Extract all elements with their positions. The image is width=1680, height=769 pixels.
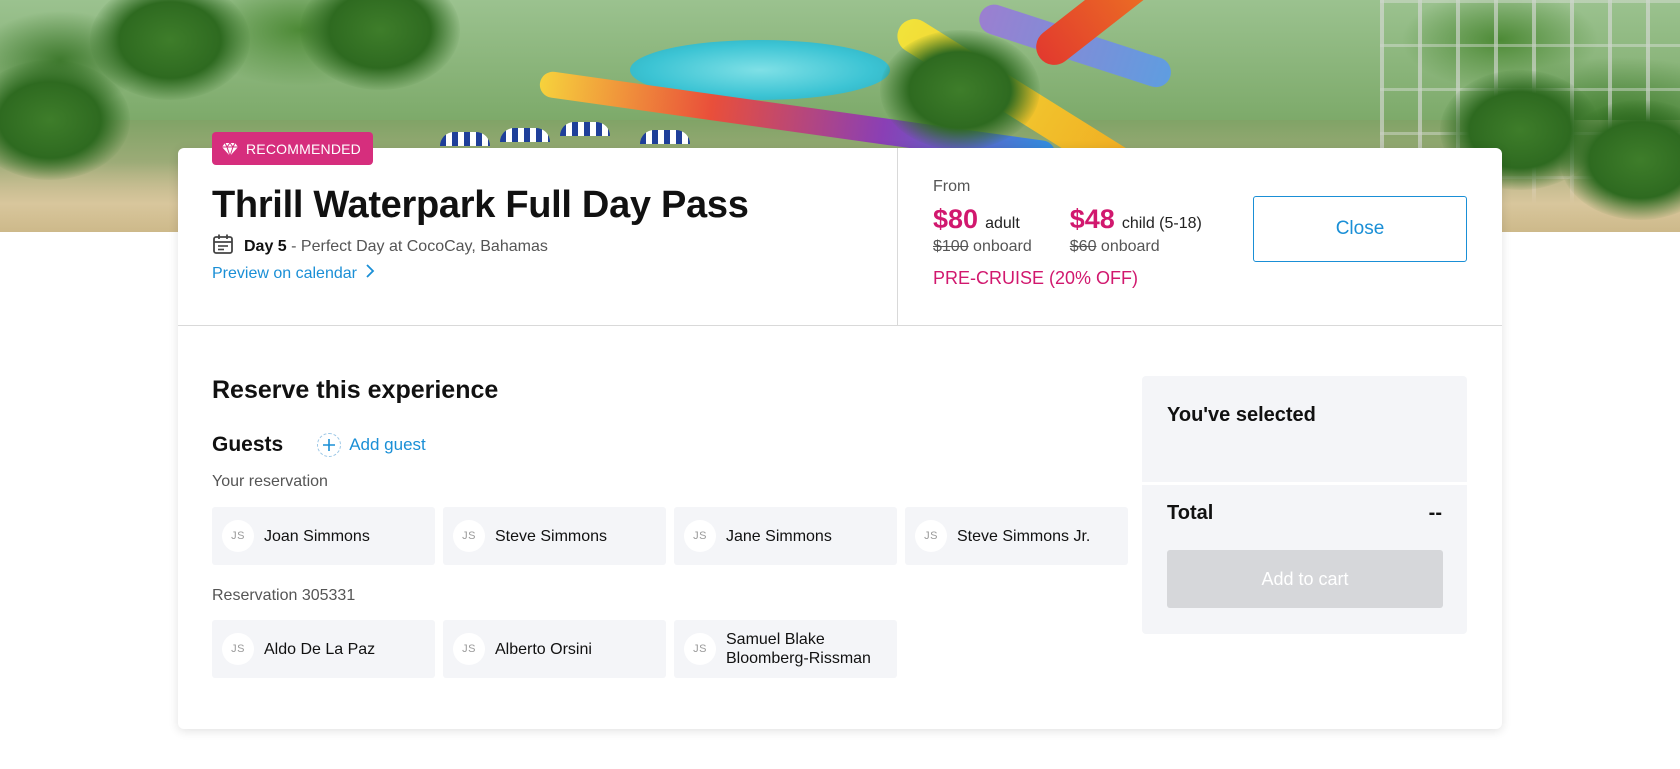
hero-umbrella <box>560 122 610 136</box>
avatar: JS <box>222 633 254 665</box>
add-guest-label: Add guest <box>349 435 426 454</box>
avatar: JS <box>453 633 485 665</box>
reserve-title: Reserve this experience <box>212 376 499 404</box>
guest-name: Aldo De La Paz <box>264 640 376 658</box>
guest-name: Steve Simmons Jr. <box>957 527 1091 545</box>
hero-umbrella <box>440 132 490 146</box>
guest-name: Samuel Blake Bloomberg-Rissman <box>726 631 871 667</box>
hero-umbrella <box>640 130 690 144</box>
adult-price: $80 adult $100 onboard <box>933 204 1032 256</box>
discount-label: PRE-CRUISE (20% OFF) <box>933 268 1139 288</box>
port-label: - Perfect Day at CocoCay, Bahamas <box>291 237 548 255</box>
avatar: JS <box>684 520 716 552</box>
preview-link-label: Preview on calendar <box>212 264 357 282</box>
total-label: Total <box>1167 502 1214 524</box>
guest-name: Alberto Orsini <box>495 640 592 658</box>
guests-row: Guests Add guest <box>212 433 426 457</box>
reservation-group-label: Your reservation <box>212 473 328 490</box>
experience-header: Thrill Waterpark Full Day Pass Day 5 - P… <box>178 148 898 326</box>
guest-chip[interactable]: JS Samuel Blake Bloomberg-Rissman <box>674 620 897 678</box>
total-value: -- <box>1428 502 1442 524</box>
guests-label: Guests <box>212 433 284 456</box>
summary-title: You've selected <box>1167 404 1316 426</box>
guest-list: JS Aldo De La Paz JS Alberto Orsini JS S… <box>212 620 897 678</box>
guest-chip[interactable]: JS Steve Simmons <box>443 507 666 565</box>
chevron-right-icon <box>365 264 375 283</box>
guest-chip[interactable]: JS Alberto Orsini <box>443 620 666 678</box>
close-button[interactable]: Close <box>1253 196 1467 262</box>
guest-chip[interactable]: JS Steve Simmons Jr. <box>905 507 1128 565</box>
child-price-label: child (5-18) <box>1121 215 1202 232</box>
avatar: JS <box>684 633 716 665</box>
guest-name: Joan Simmons <box>264 527 370 545</box>
page-title: Thrill Waterpark Full Day Pass <box>212 184 749 226</box>
avatar: JS <box>453 520 485 552</box>
badge-label: RECOMMENDED <box>246 140 361 157</box>
child-onboard-price: $60 <box>1069 238 1097 255</box>
price-block: From $80 adult $100 onboard $48 child (5… <box>933 178 1202 289</box>
experience-card: Thrill Waterpark Full Day Pass Day 5 - P… <box>178 148 1502 729</box>
calendar-icon <box>212 233 234 260</box>
avatar: JS <box>222 520 254 552</box>
guest-name: Jane Simmons <box>726 527 832 545</box>
selection-summary: You've selected Total -- Add to cart <box>1142 376 1467 634</box>
preview-calendar-link[interactable]: Preview on calendar <box>212 264 375 283</box>
guest-chip[interactable]: JS Joan Simmons <box>212 507 435 565</box>
avatar: JS <box>915 520 947 552</box>
itinerary-day: Day 5 - Perfect Day at CocoCay, Bahamas <box>212 233 548 260</box>
diamond-icon <box>222 141 238 156</box>
guest-chip[interactable]: JS Aldo De La Paz <box>212 620 435 678</box>
divider <box>1142 482 1467 485</box>
recommended-badge: RECOMMENDED <box>212 132 373 165</box>
hero-palm <box>880 30 1040 150</box>
divider <box>178 325 1502 326</box>
from-label: From <box>933 178 971 195</box>
adult-onboard-label: onboard <box>973 238 1032 255</box>
guest-list: JS Joan Simmons JS Steve Simmons JS Jane… <box>212 507 1128 565</box>
child-price-amount: $48 <box>1069 204 1115 234</box>
reservation-group-label: Reservation 305331 <box>212 587 356 604</box>
add-to-cart-button[interactable]: Add to cart <box>1167 550 1443 608</box>
guest-chip[interactable]: JS Jane Simmons <box>674 507 897 565</box>
adult-price-label: adult <box>985 215 1020 232</box>
adult-price-amount: $80 <box>933 204 979 234</box>
guest-name: Steve Simmons <box>495 527 608 545</box>
adult-onboard-price: $100 <box>933 238 969 255</box>
hero-umbrella <box>500 128 550 142</box>
child-onboard-label: onboard <box>1100 238 1160 255</box>
child-price: $48 child (5-18) $60 onboard <box>1070 204 1202 256</box>
add-guest-button[interactable]: Add guest <box>317 433 426 457</box>
day-label: Day 5 <box>244 237 287 255</box>
plus-icon <box>317 433 342 457</box>
